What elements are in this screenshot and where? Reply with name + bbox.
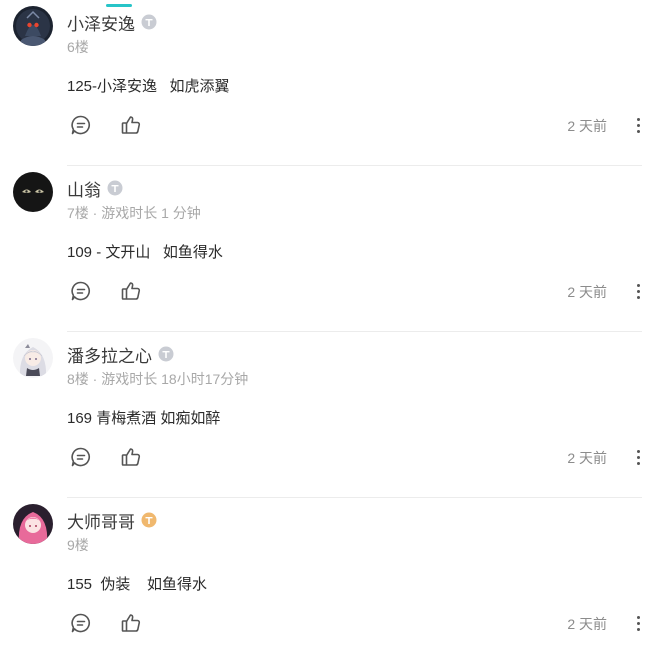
comment-time: 2 天前 [567, 616, 607, 632]
thumbs-up-icon [121, 282, 141, 300]
comment-meta: 8楼 · 游戏时长 18小时17分钟 [67, 371, 249, 387]
comment-content: 109 - 文开山 如鱼得水 [67, 244, 223, 261]
more-vertical-icon [636, 117, 640, 121]
more-vertical-icon [636, 283, 640, 287]
user-name-row: 小泽安逸 [67, 10, 157, 34]
avatar[interactable] [13, 172, 53, 212]
comment-meta: 6楼 [67, 39, 89, 55]
comment-content: 169 青梅煮酒 如痴如醉 [67, 410, 221, 427]
more-options-button[interactable] [632, 280, 644, 302]
comment-time: 2 天前 [567, 450, 607, 466]
comment-actions [69, 445, 143, 469]
comment-actions [69, 279, 143, 303]
dark-robot-avatar-icon [13, 6, 53, 46]
more-vertical-icon [636, 449, 640, 453]
reply-button[interactable] [69, 113, 93, 137]
user-name-row: 山翁 [67, 176, 123, 200]
pink-hair-girl-avatar-icon [13, 504, 53, 544]
user-name-row: 大师哥哥 [67, 508, 157, 532]
more-vertical-icon [636, 615, 640, 619]
comment-bubble-icon [71, 613, 90, 633]
reply-button[interactable] [69, 611, 93, 635]
comment-actions [69, 113, 143, 137]
username[interactable]: 小泽安逸 [67, 10, 135, 35]
white-hair-girl-avatar-icon [13, 338, 53, 378]
comment-item: 小泽安逸 6楼 125-小泽安逸 如虎添翼 2 天前 [0, 0, 654, 166]
level-badge-icon [107, 180, 123, 196]
reply-button[interactable] [69, 279, 93, 303]
comment-item: 山翁 7楼 · 游戏时长 1 分钟 109 - 文开山 如鱼得水 2 天前 [0, 166, 654, 332]
comment-meta: 7楼 · 游戏时长 1 分钟 [67, 205, 201, 221]
comment-list-page: 小泽安逸 6楼 125-小泽安逸 如虎添翼 2 天前 山翁 7楼 · 游戏时长 … [0, 0, 654, 652]
comment-item: 潘多拉之心 8楼 · 游戏时长 18小时17分钟 169 青梅煮酒 如痴如醉 2… [0, 332, 654, 498]
avatar[interactable] [13, 338, 53, 378]
comment-time: 2 天前 [567, 118, 607, 134]
username[interactable]: 山翁 [67, 176, 101, 201]
comment-time: 2 天前 [567, 284, 607, 300]
comment-bubble-icon [71, 281, 90, 301]
avatar[interactable] [13, 6, 53, 46]
comment-item: 大师哥哥 9楼 155 伪装 如鱼得水 2 天前 [0, 498, 654, 652]
level-badge-icon [158, 346, 174, 362]
level-badge-icon [141, 14, 157, 30]
user-name-row: 潘多拉之心 [67, 342, 174, 366]
like-button[interactable] [119, 445, 143, 469]
username[interactable]: 大师哥哥 [67, 508, 135, 533]
reply-button[interactable] [69, 445, 93, 469]
avatar[interactable] [13, 504, 53, 544]
comment-content: 155 伪装 如鱼得水 [67, 576, 208, 593]
more-options-button[interactable] [632, 612, 644, 634]
level-badge-icon [141, 512, 157, 528]
comment-bubble-icon [71, 115, 90, 135]
thumbs-up-icon [121, 448, 141, 466]
more-options-button[interactable] [632, 446, 644, 468]
like-button[interactable] [119, 611, 143, 635]
dark-eyes-avatar-icon [13, 172, 53, 212]
like-button[interactable] [119, 113, 143, 137]
username[interactable]: 潘多拉之心 [67, 342, 152, 367]
more-options-button[interactable] [632, 114, 644, 136]
thumbs-up-icon [121, 614, 141, 632]
like-button[interactable] [119, 279, 143, 303]
thumbs-up-icon [121, 116, 141, 134]
comment-bubble-icon [71, 447, 90, 467]
comment-meta: 9楼 [67, 537, 89, 553]
comment-actions [69, 611, 143, 635]
comment-content: 125-小泽安逸 如虎添翼 [67, 78, 230, 95]
